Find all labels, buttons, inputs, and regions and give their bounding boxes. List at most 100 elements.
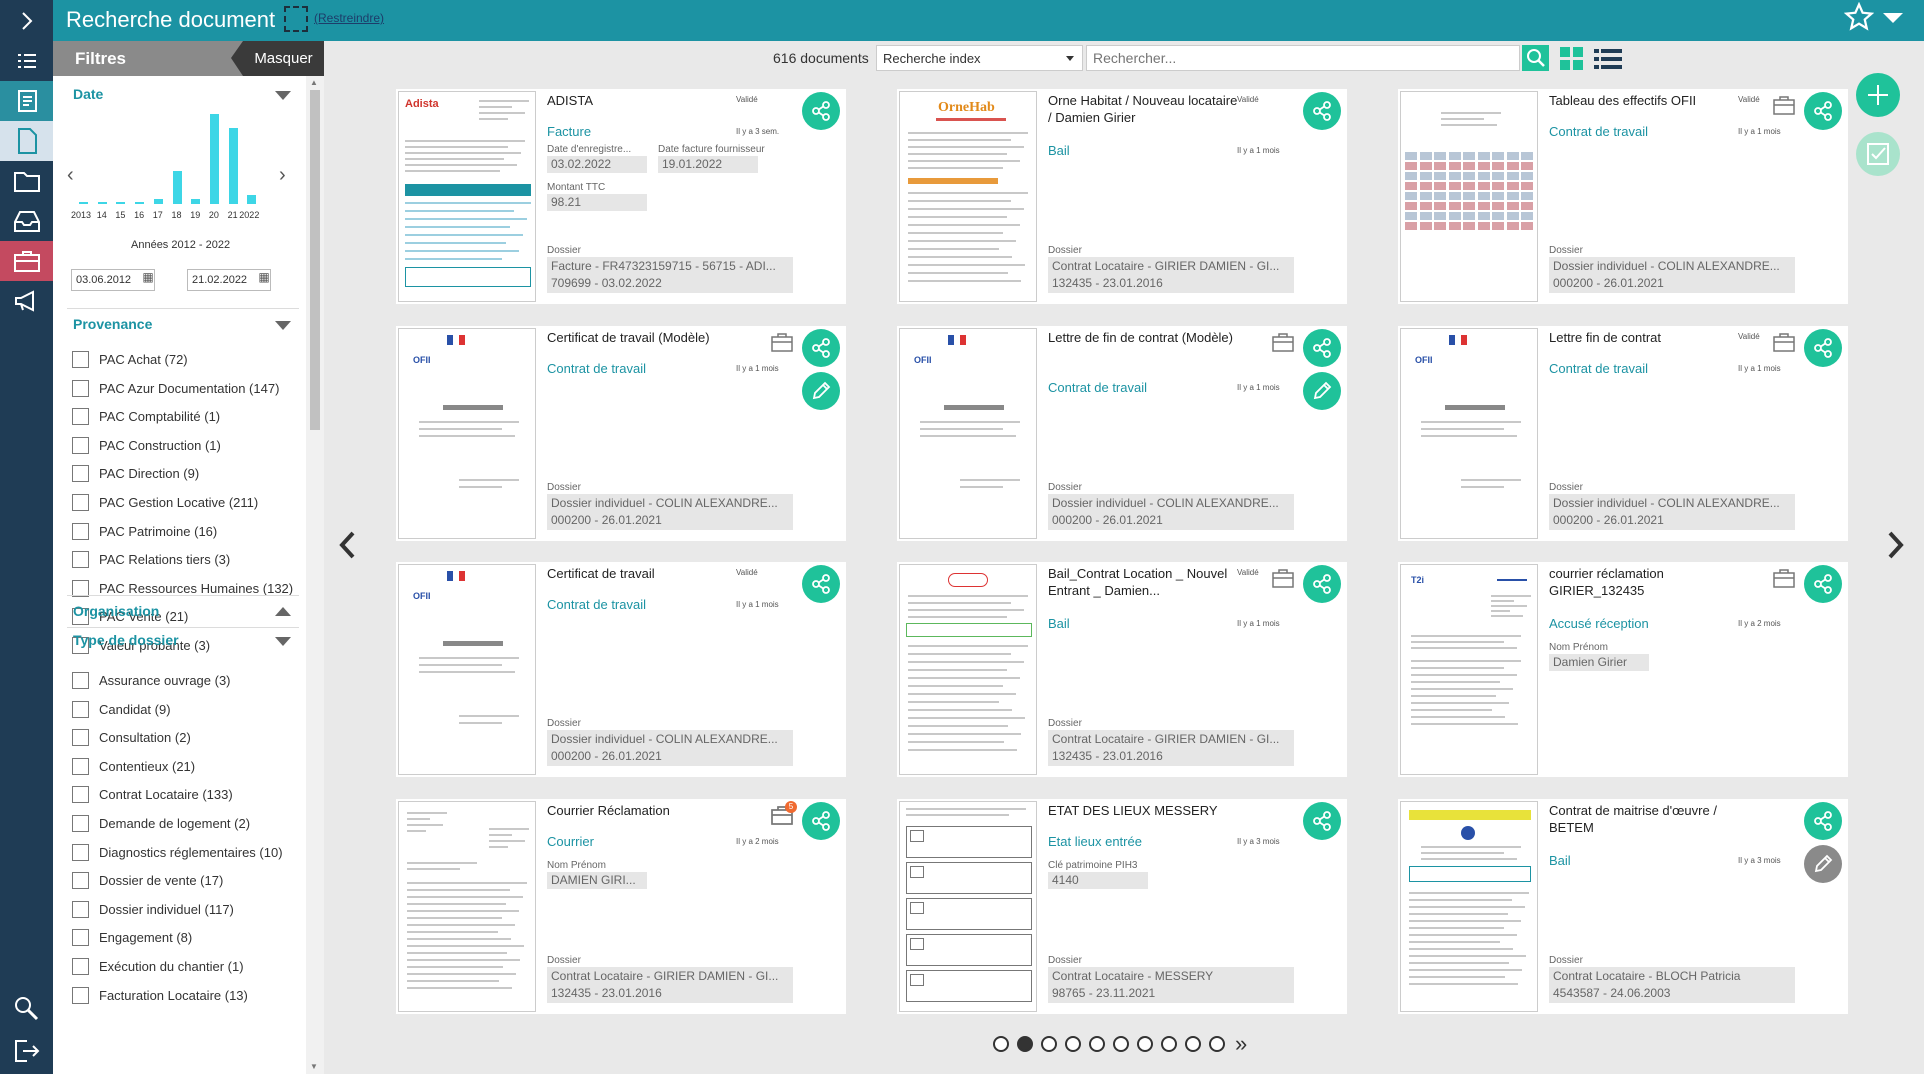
organisation-expand-icon[interactable] <box>275 607 291 616</box>
document-title[interactable]: Lettre de fin de contrat (Modèle) <box>1048 329 1238 346</box>
type-dossier-filter-checkbox[interactable] <box>72 872 89 890</box>
type-dossier-filter-checkbox[interactable] <box>72 700 89 718</box>
share-button[interactable] <box>1303 92 1341 130</box>
edit-button[interactable] <box>1303 372 1341 410</box>
select-all-button[interactable] <box>1856 132 1900 176</box>
favorite-star-icon[interactable] <box>1843 1 1875 40</box>
type-dossier-filter-label[interactable]: Contentieux (21) <box>99 759 195 774</box>
document-title[interactable]: Lettre fin de contrat <box>1549 329 1739 346</box>
document-title[interactable]: ADISTA <box>547 92 737 109</box>
histogram-bar[interactable] <box>79 202 88 204</box>
type-dossier-filter-checkbox[interactable] <box>72 815 89 832</box>
page-dot[interactable] <box>1089 1036 1105 1052</box>
share-button[interactable] <box>1804 565 1842 603</box>
histogram-prev-icon[interactable]: ‹ <box>67 164 74 187</box>
index-select[interactable]: Recherche index <box>876 45 1083 71</box>
type-dossier-filter-label[interactable]: Demande de logement (2) <box>99 816 250 831</box>
dossier-value[interactable]: Dossier individuel - COLIN ALEXANDRE... 0… <box>1549 494 1795 530</box>
edit-button[interactable] <box>1804 845 1842 883</box>
provenance-filter-label[interactable]: PAC Construction (1) <box>99 438 221 453</box>
document-thumbnail[interactable] <box>899 564 1037 775</box>
provenance-filter-label[interactable]: PAC Achat (72) <box>99 352 188 367</box>
document-thumbnail[interactable]: OFII <box>398 564 536 775</box>
briefcase-button[interactable] <box>1773 332 1795 352</box>
date-collapse-icon[interactable] <box>275 91 291 100</box>
document-title[interactable]: Certificat de travail <box>547 565 737 582</box>
provenance-filter-checkbox[interactable] <box>72 408 89 426</box>
briefcase-button[interactable] <box>771 332 793 352</box>
document-card[interactable]: OrneHab Orne Habitat / Nouveau locataire … <box>897 89 1347 304</box>
page-dot[interactable] <box>1161 1036 1177 1052</box>
previous-page-arrow-icon[interactable] <box>337 530 357 569</box>
histogram-bar[interactable] <box>97 202 107 204</box>
type-dossier-filter-label[interactable]: Contrat Locataire (133) <box>99 787 233 802</box>
document-card[interactable]: Courrier Réclamation Courrier Il y a 2 moi… <box>396 799 846 1014</box>
briefcase-icon[interactable] <box>0 241 53 281</box>
outline-list-icon[interactable] <box>0 41 53 81</box>
grid-view-icon[interactable] <box>1560 47 1584 71</box>
dossier-value[interactable]: Dossier individuel - COLIN ALEXANDRE... 0… <box>1048 494 1294 530</box>
document-title[interactable]: Tableau des effectifs OFII <box>1549 92 1739 109</box>
search-input[interactable] <box>1086 45 1520 71</box>
document-thumbnail[interactable]: OrneHab <box>899 91 1037 302</box>
share-button[interactable] <box>802 92 840 130</box>
share-button[interactable] <box>1303 565 1341 603</box>
type-dossier-filter-checkbox[interactable] <box>72 986 89 1004</box>
document-title[interactable]: Bail_Contrat Location _ Nouvel Entrant _… <box>1048 565 1238 599</box>
histogram-bar[interactable] <box>153 199 163 204</box>
document-title[interactable]: Contrat de maitrise d'œuvre / BETEM <box>1549 802 1739 836</box>
organisation-section-title[interactable]: Organisation <box>73 603 159 619</box>
briefcase-button[interactable] <box>1773 95 1795 115</box>
restrict-link[interactable]: (Restreindre) <box>314 11 384 25</box>
type-dossier-filter-label[interactable]: Exécution du chantier (1) <box>99 959 244 974</box>
megaphone-icon[interactable] <box>0 281 53 321</box>
document-thumbnail[interactable] <box>1400 91 1538 302</box>
document-thumbnail[interactable] <box>398 801 536 1012</box>
page-dot[interactable] <box>1137 1036 1153 1052</box>
histogram-bar[interactable] <box>116 202 126 204</box>
briefcase-button[interactable] <box>1773 568 1795 588</box>
type-dossier-filter-checkbox[interactable] <box>72 757 89 775</box>
page-dot-current[interactable] <box>1017 1036 1033 1052</box>
dossier-value[interactable]: Dossier individuel - COLIN ALEXANDRE... 0… <box>547 730 793 766</box>
briefcase-button[interactable]: 5 <box>771 801 797 825</box>
page-dot[interactable] <box>1041 1036 1057 1052</box>
document-card[interactable]: OFII Lettre fin de contrat Validé Contrat d… <box>1398 326 1848 541</box>
provenance-filter-checkbox[interactable] <box>72 465 89 483</box>
provenance-filter-label[interactable]: PAC Azur Documentation (147) <box>99 381 279 396</box>
share-button[interactable] <box>802 329 840 367</box>
briefcase-button[interactable] <box>1272 568 1294 588</box>
inbox-icon[interactable] <box>0 201 53 241</box>
provenance-filter-label[interactable]: PAC Ressources Humaines (132) <box>99 581 293 596</box>
type-dossier-filter-checkbox[interactable] <box>72 843 89 861</box>
document-title[interactable]: Courrier Réclamation <box>547 802 737 819</box>
provenance-filter-checkbox[interactable] <box>72 351 89 368</box>
provenance-filter-checkbox[interactable] <box>72 379 89 397</box>
dossier-value[interactable]: Contrat Locataire - GIRIER DAMIEN - GI..… <box>547 967 793 1003</box>
dossier-value[interactable]: Contrat Locataire - GIRIER DAMIEN - GI..… <box>1048 257 1294 293</box>
document-card[interactable]: Bail_Contrat Location _ Nouvel Entrant _… <box>897 562 1347 777</box>
add-document-button[interactable] <box>1856 73 1900 117</box>
type-dossier-filter-label[interactable]: Consultation (2) <box>99 730 191 745</box>
dossier-value[interactable]: Contrat Locataire - MESSERY 98765 - 23.11… <box>1048 967 1294 1003</box>
dossier-value[interactable]: Contrat Locataire - BLOCH Patricia 454358… <box>1549 967 1795 1003</box>
logout-icon[interactable] <box>0 1031 53 1071</box>
share-button[interactable] <box>1303 802 1341 840</box>
document-card[interactable]: OFII Certificat de travail (Modèle) Contra… <box>396 326 846 541</box>
hide-filters-button[interactable]: Masquer <box>231 41 324 76</box>
type-dossier-filter-checkbox[interactable] <box>72 929 89 947</box>
type-dossier-filter-label[interactable]: Diagnostics réglementaires (10) <box>99 845 283 860</box>
document-card[interactable]: OFII Certificat de travail Validé Contrat d… <box>396 562 846 777</box>
provenance-collapse-icon[interactable] <box>275 321 291 330</box>
provenance-filter-label[interactable]: PAC Patrimoine (16) <box>99 524 217 539</box>
histogram-bar[interactable] <box>209 114 219 204</box>
histogram-bar[interactable] <box>135 202 145 204</box>
document-thumbnail[interactable]: Adista <box>398 91 536 302</box>
provenance-filter-label[interactable]: PAC Direction (9) <box>99 466 199 481</box>
document-title[interactable]: Orne Habitat / Nouveau locataire / Damie… <box>1048 92 1238 126</box>
dossier-value[interactable]: Contrat Locataire - GIRIER DAMIEN - GI..… <box>1048 730 1294 766</box>
document-title[interactable]: ETAT DES LIEUX MESSERY <box>1048 802 1238 819</box>
type-dossier-filter-label[interactable]: Dossier individuel (117) <box>99 902 234 917</box>
document-card[interactable]: Contrat de maitrise d'œuvre / BETEM Bail I… <box>1398 799 1848 1014</box>
document-title[interactable]: Certificat de travail (Modèle) <box>547 329 737 346</box>
